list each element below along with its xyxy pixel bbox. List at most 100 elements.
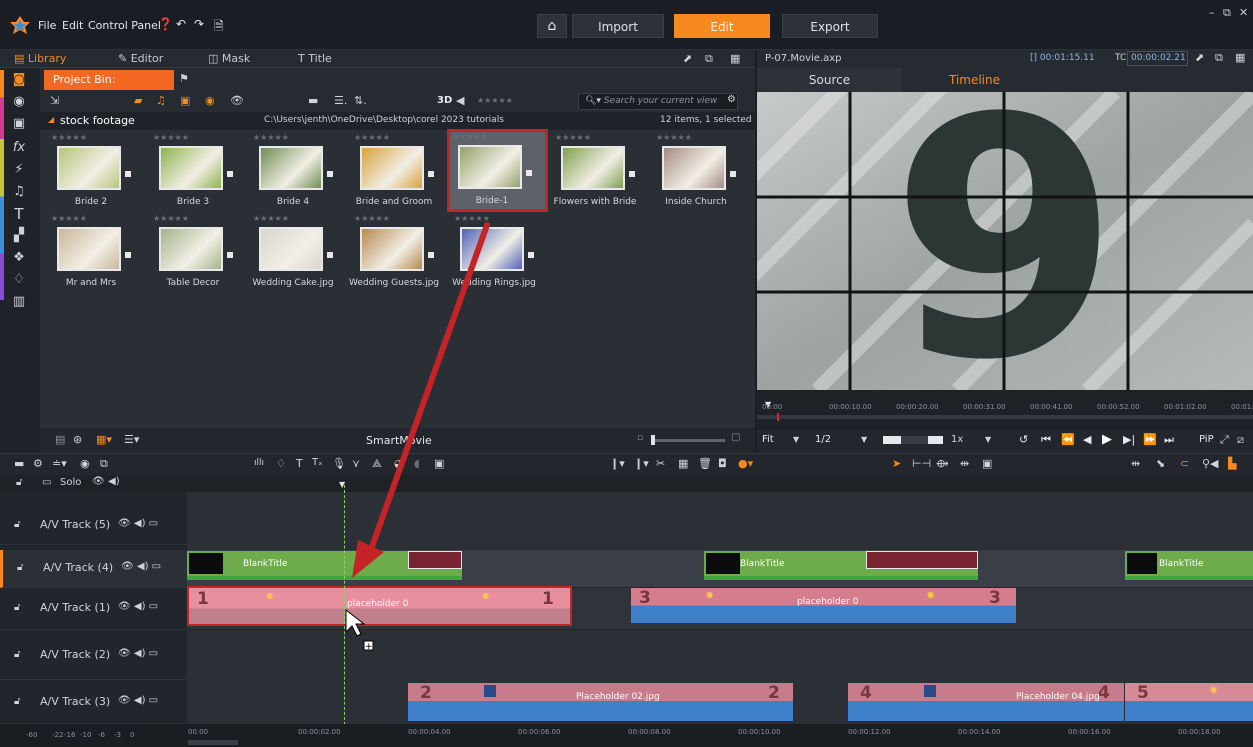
collections-icon[interactable]: ◉: [9, 92, 29, 112]
track-lock-icon[interactable]: 🔓︎: [17, 562, 23, 573]
snapshot-icon[interactable]: ⧄: [1237, 433, 1244, 447]
add-to-bin-icon[interactable]: ▤: [55, 433, 65, 446]
layout-icon[interactable]: ▦: [730, 52, 740, 65]
library-item[interactable]: ★★★★★ Flowers with Bride: [553, 133, 649, 209]
transition-tool-icon[interactable]: ♢: [276, 457, 286, 470]
timeline-clip-transition[interactable]: [408, 551, 462, 569]
loop-icon[interactable]: ↺: [1019, 433, 1028, 446]
redo-icon[interactable]: ↷: [194, 17, 204, 31]
titles-icon[interactable]: T: [9, 204, 29, 224]
tab-edit[interactable]: Edit: [674, 14, 770, 38]
marker-color-icon[interactable]: ●▾: [738, 457, 753, 470]
rating-filter[interactable]: ★★★★★: [477, 96, 513, 105]
trim-icon[interactable]: ❙▾: [634, 457, 649, 470]
timeline-clip-placeholder-3[interactable]: 3 3 ✸ ✸ placeholder 0: [631, 588, 1016, 623]
restore-icon[interactable]: ⧉: [1223, 6, 1231, 20]
library-item[interactable]: ★★★★★ Table Decor: [151, 214, 247, 290]
mute-all-icon[interactable]: ◀): [108, 476, 120, 487]
timeline-clip-transition[interactable]: [866, 551, 978, 569]
ripple-icon[interactable]: ⊢⊣: [912, 457, 931, 470]
layout-preview-icon[interactable]: ▦: [1235, 51, 1245, 64]
transitions-icon[interactable]: ⚡: [9, 160, 29, 180]
pip-label[interactable]: PiP: [1199, 434, 1214, 445]
tab-export[interactable]: Export: [782, 14, 878, 38]
view-all-icon[interactable]: 👁: [92, 476, 105, 487]
library-item[interactable]: ★★★★★ Bride 3: [151, 133, 247, 209]
rating-stars[interactable]: ★★★★★: [555, 133, 591, 142]
text-tool-icon[interactable]: Tₓ: [312, 457, 323, 468]
snapshot-tool-icon[interactable]: ▣: [434, 457, 444, 470]
media-folder-icon[interactable]: ▣: [9, 114, 29, 134]
audio-mix-icon[interactable]: ıllı: [254, 458, 264, 468]
zoom-in-icon[interactable]: ▢: [731, 432, 740, 443]
library-item[interactable]: ★★★★★ Wedding Guests.jpg: [349, 214, 448, 290]
insert-mode-icon[interactable]: ⬊: [1156, 457, 1165, 470]
folder-icon[interactable]: ▬: [308, 94, 318, 107]
library-item[interactable]: ★★★★★ Inside Church: [654, 133, 750, 209]
scrubber-track[interactable]: [757, 415, 1253, 419]
timeline-clip-blanktitle[interactable]: BlankTitle: [1125, 551, 1253, 576]
search-input[interactable]: 🔍︎▾ Search your current view: [578, 93, 738, 110]
audio-scrub-icon[interactable]: ⚲◀: [1202, 457, 1219, 470]
magnet-icon[interactable]: ⊂: [1180, 457, 1189, 470]
track-header-4[interactable]: 🔓︎ A/V Track (4) 👁 ◀) ▭: [0, 550, 187, 588]
tab-source[interactable]: Source: [757, 68, 902, 92]
track-controls-icon[interactable]: 👁 ◀) ▭: [118, 518, 158, 529]
track-controls-icon[interactable]: 👁 ◀) ▭: [118, 601, 158, 612]
overlays-icon[interactable]: ❖: [9, 248, 29, 268]
menu-edit[interactable]: Edit: [62, 19, 83, 32]
help-icon[interactable]: ❓: [158, 17, 173, 31]
step-forward-icon[interactable]: ▶|: [1123, 433, 1135, 446]
sort-icon[interactable]: ⇅.: [354, 94, 367, 107]
library-item[interactable]: ★★★★★ Wedding Rings.jpg: [452, 214, 548, 290]
view-mode-icon[interactable]: ▦▾: [96, 433, 112, 446]
slide-icon[interactable]: ⇹: [960, 457, 969, 470]
rating-stars[interactable]: ★★★★★: [153, 214, 189, 223]
capture-icon[interactable]: ◘: [718, 457, 727, 470]
pin-bin-icon[interactable]: ⚑: [179, 72, 189, 85]
rating-stars[interactable]: ★★★★★: [51, 133, 87, 142]
delete-icon[interactable]: 🗑: [698, 457, 712, 470]
track-options-icon[interactable]: ≐▾: [52, 457, 67, 470]
timeline-clip-placeholder-02[interactable]: 2 2 Placeholder 02.jpg: [408, 683, 793, 721]
timeline-clip-5[interactable]: 5 ✸: [1125, 683, 1253, 721]
split-icon[interactable]: ❙▾: [610, 457, 625, 470]
home-button[interactable]: ⌂: [537, 14, 567, 38]
float-panel-icon[interactable]: ⧉: [705, 52, 713, 66]
track-lock-icon[interactable]: 🔓︎: [14, 696, 20, 707]
project-bin-tab[interactable]: Project Bin: Wedding...: [44, 70, 174, 106]
track-header-2[interactable]: 🔓︎ A/V Track (2) 👁 ◀) ▭: [0, 630, 187, 680]
scorefitter-icon[interactable]: ⟁: [372, 457, 382, 471]
rating-stars[interactable]: ★★★★★: [153, 133, 189, 142]
detail-view-icon[interactable]: ☰▾: [124, 433, 139, 446]
thumbnail-zoom-slider[interactable]: [655, 439, 725, 442]
library-item[interactable]: ★★★★★ Bride 4: [251, 133, 347, 209]
timecode-field[interactable]: 00:00:02.21: [1127, 51, 1188, 66]
list-view-icon[interactable]: ☰.: [334, 94, 347, 107]
float-timeline-icon[interactable]: ⧉: [100, 457, 108, 471]
play-icon[interactable]: ▶: [1102, 432, 1112, 447]
track-controls-icon[interactable]: 👁 ◀) ▭: [118, 695, 158, 706]
select-tool-icon[interactable]: ➤: [892, 457, 901, 470]
toggle-3d[interactable]: 3D: [437, 95, 452, 106]
menu-file[interactable]: File: [38, 19, 56, 32]
film-icon[interactable]: ▦: [678, 457, 688, 470]
audio-effects-icon[interactable]: ♢: [9, 270, 29, 290]
library-item[interactable]: ★★★★★ Bride-1: [447, 129, 548, 212]
minimize-icon[interactable]: –: [1209, 6, 1215, 19]
track-lock-icon[interactable]: 🔓︎: [14, 649, 20, 660]
music-icon[interactable]: ♫: [9, 182, 29, 202]
motion-icon[interactable]: ⋎: [352, 457, 360, 470]
color-icon[interactable]: ◕: [394, 457, 404, 470]
eye-icon[interactable]: 👁: [230, 94, 244, 107]
montage-icon[interactable]: ▞: [9, 226, 29, 246]
resolution-select[interactable]: 1/2: [815, 434, 831, 445]
float-preview-icon[interactable]: ⧉: [1215, 51, 1223, 65]
speed-value[interactable]: 1x: [951, 434, 963, 445]
track-header-1[interactable]: 🔓︎ A/V Track (1) 👁 ◀) ▭: [0, 588, 187, 630]
record-icon[interactable]: ◉: [80, 457, 90, 470]
track-lock-icon[interactable]: 🔓︎: [14, 519, 20, 530]
track-header-3[interactable]: 🔓︎ A/V Track (3) 👁 ◀) ▭: [0, 680, 187, 724]
zoom-out-icon[interactable]: ▫: [637, 433, 643, 443]
tab-editor[interactable]: ✎ Editor: [118, 51, 163, 67]
